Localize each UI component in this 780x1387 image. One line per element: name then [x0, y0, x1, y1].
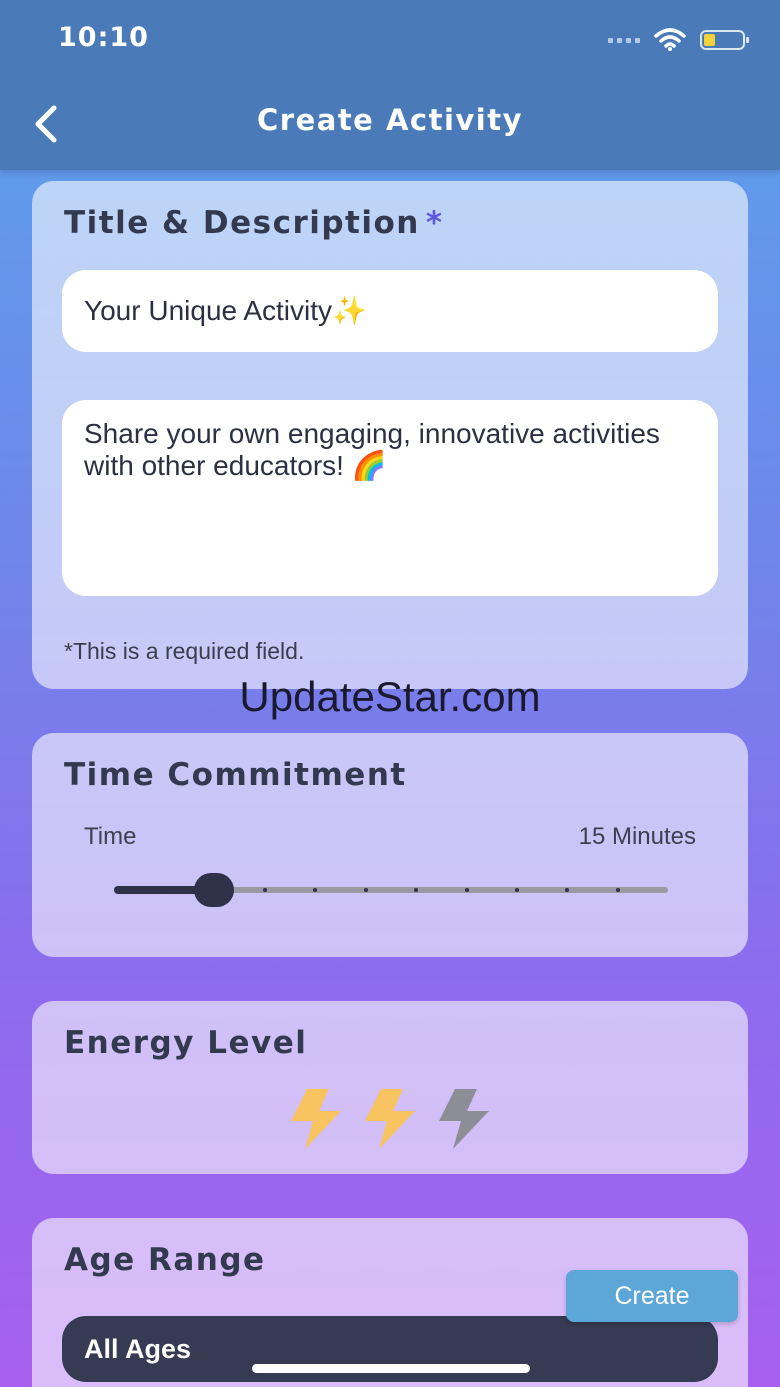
battery-icon	[700, 30, 749, 50]
watermark-text: UpdateStar.com	[239, 673, 541, 720]
lightning-bolt-icon[interactable]	[359, 1087, 421, 1151]
slider-label: Time	[84, 823, 137, 850]
slider-tick	[414, 888, 419, 892]
title-description-card: Title & Description * Your Unique Activit…	[32, 181, 748, 689]
status-time: 10:10	[58, 22, 149, 53]
activity-title-value: Your Unique Activity✨	[84, 295, 367, 326]
slider-tick	[313, 888, 318, 892]
slider-tick	[263, 888, 268, 892]
slider-tick	[514, 888, 519, 892]
wifi-icon	[654, 28, 686, 51]
home-indicator	[252, 1364, 530, 1373]
activity-title-input[interactable]: Your Unique Activity✨	[62, 270, 718, 352]
energy-level-heading: Energy Level	[64, 1025, 308, 1061]
slider-tick	[565, 888, 570, 892]
title-description-heading: Title & Description *	[64, 205, 444, 241]
navigation-header: 10:10 Create Activity	[0, 0, 780, 170]
slider-tick	[212, 888, 217, 892]
slider-tick	[615, 888, 620, 892]
activity-description-value: Share your own engaging, innovative acti…	[84, 418, 660, 481]
cellular-signal-icon	[608, 37, 640, 43]
required-star: *	[425, 205, 444, 241]
slider-value: 15 Minutes	[578, 823, 696, 850]
create-button[interactable]: Create	[566, 1270, 738, 1322]
status-icons	[608, 26, 750, 54]
age-range-selected: All Ages	[84, 1334, 192, 1364]
age-range-heading: Age Range	[64, 1242, 266, 1278]
time-commitment-heading: Time Commitment	[64, 757, 407, 793]
lightning-bolt-icon[interactable]	[285, 1087, 347, 1151]
slider-tick	[363, 888, 368, 892]
time-slider[interactable]	[114, 873, 668, 907]
time-commitment-card: Time Commitment Time 15 Minutes	[32, 733, 748, 957]
required-field-note: *This is a required field.	[64, 638, 305, 664]
heading-text: Title & Description	[64, 205, 420, 241]
lightning-bolt-icon[interactable]	[433, 1087, 495, 1151]
energy-rating[interactable]	[32, 1087, 748, 1151]
activity-description-input[interactable]: Share your own engaging, innovative acti…	[62, 400, 718, 596]
energy-level-card: Energy Level	[32, 1001, 748, 1174]
slider-tick	[464, 888, 469, 892]
page-title: Create Activity	[257, 103, 523, 137]
